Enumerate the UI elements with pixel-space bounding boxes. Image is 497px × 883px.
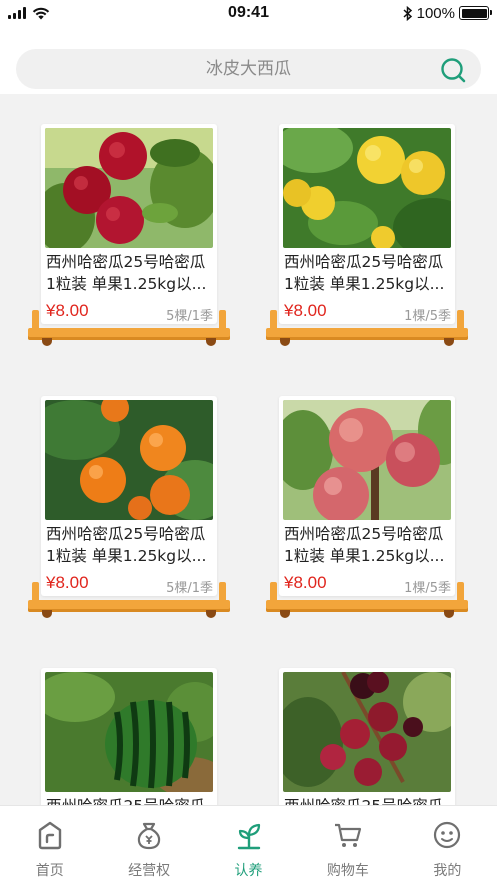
product-title: 西州哈密瓜25号哈密瓜 <box>46 795 214 805</box>
battery-icon <box>459 6 492 20</box>
product-grid: 西州哈密瓜25号哈密瓜1粒装 单果1.25kg以... ¥8.00 5棵/1季 <box>0 94 497 805</box>
product-title: 西州哈密瓜25号哈密瓜1粒装 单果1.25kg以... <box>46 253 207 293</box>
status-bar: 09:41 100% <box>0 0 497 26</box>
shelf <box>266 310 468 346</box>
search-header: 冰皮大西瓜 <box>0 26 497 94</box>
status-time: 09:41 <box>228 4 269 21</box>
tab-label: 经营权 <box>128 863 171 879</box>
tab-management-rights[interactable]: 经营权 <box>99 806 198 883</box>
tab-cart[interactable]: 购物车 <box>298 806 397 883</box>
sprout-icon <box>237 823 260 850</box>
shelf <box>28 582 230 618</box>
wifi-icon <box>32 7 50 20</box>
search-input[interactable]: 冰皮大西瓜 <box>16 49 481 89</box>
home-icon <box>38 821 61 850</box>
shelf <box>266 582 468 618</box>
tab-home[interactable]: 首页 <box>0 806 99 883</box>
product-card[interactable]: 西州哈密瓜25号哈密瓜1粒装 单果1.25kg以... ¥8.00 5棵/1季 <box>29 366 217 596</box>
product-title: 西州哈密瓜25号哈密瓜 <box>284 795 452 805</box>
money-bag-icon <box>137 822 161 850</box>
oranges-photo <box>45 400 213 520</box>
tab-label: 认养 <box>234 863 263 879</box>
bluetooth-icon <box>403 5 412 21</box>
product-title: 西州哈密瓜25号哈密瓜1粒装 单果1.25kg以... <box>284 525 445 565</box>
product-card[interactable]: 西州哈密瓜25号哈密瓜1粒装 单果1.25kg以... ¥8.00 1棵/5季 <box>267 94 455 324</box>
profile-icon <box>434 821 461 849</box>
product-title: 西州哈密瓜25号哈密瓜1粒装 单果1.25kg以... <box>284 253 445 293</box>
product-card[interactable]: 西州哈密瓜25号哈密瓜1粒装 单果1.25kg以... ¥8.00 5棵/1季 <box>29 94 217 324</box>
product-card[interactable]: 西州哈密瓜25号哈密瓜 <box>29 638 217 805</box>
tab-bar: 首页 经营权 认养 购物车 我的 <box>0 805 497 883</box>
search-placeholder: 冰皮大西瓜 <box>206 59 291 79</box>
lemons-photo <box>283 128 451 248</box>
tab-label: 首页 <box>35 863 64 879</box>
blackberries-photo <box>283 672 451 792</box>
tab-adopt[interactable]: 认养 <box>199 806 298 883</box>
shelf <box>28 310 230 346</box>
tab-label: 我的 <box>433 863 462 879</box>
product-card[interactable]: 西州哈密瓜25号哈密瓜 <box>267 638 455 805</box>
peaches-photo <box>283 400 451 520</box>
tab-label: 购物车 <box>326 863 369 879</box>
signal-icon <box>8 7 26 19</box>
product-title: 西州哈密瓜25号哈密瓜1粒装 单果1.25kg以... <box>46 525 207 565</box>
product-card[interactable]: 西州哈密瓜25号哈密瓜1粒装 单果1.25kg以... ¥8.00 1棵/5季 <box>267 366 455 596</box>
battery-percent: 100% <box>416 4 455 22</box>
watermelon-photo <box>45 672 213 792</box>
red-apples-photo <box>45 128 213 248</box>
search-icon[interactable] <box>440 57 466 83</box>
cart-icon <box>334 823 362 847</box>
tab-profile[interactable]: 我的 <box>398 806 497 883</box>
